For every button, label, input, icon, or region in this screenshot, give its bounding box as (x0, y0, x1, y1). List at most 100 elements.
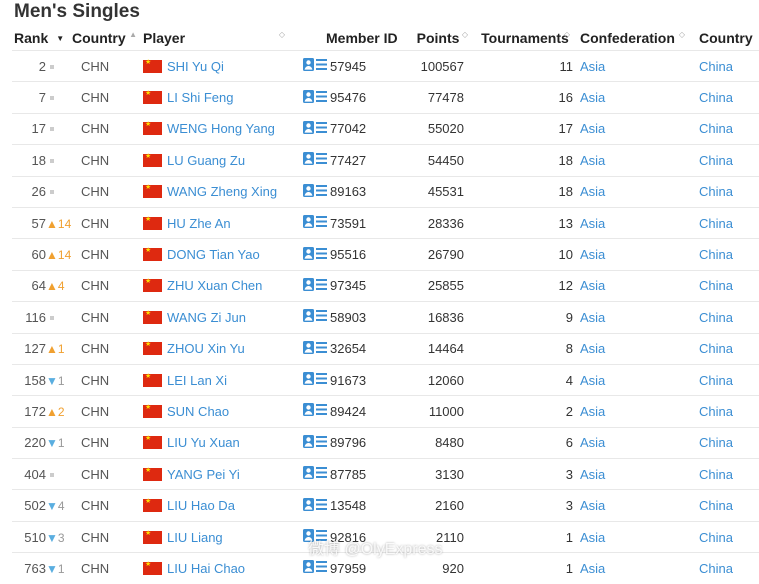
confederation-cell: Asia (576, 363, 691, 396)
confederation-link[interactable]: Asia (580, 373, 605, 388)
player-cell: LIU Liang (143, 520, 291, 553)
profile-card-icon[interactable] (303, 527, 327, 547)
country2-column-header[interactable]: Country (691, 26, 759, 51)
tournaments-value: 2 (474, 395, 576, 428)
sort-icon[interactable]: ◇ (679, 30, 685, 39)
confederation-link[interactable]: Asia (580, 90, 605, 105)
profile-card-icon[interactable] (303, 339, 327, 359)
profile-card-icon[interactable] (303, 150, 327, 170)
sort-icon[interactable]: ▲ (129, 30, 137, 39)
confederation-cell: Asia (576, 332, 691, 365)
player-name-link[interactable]: SUN Chao (167, 404, 229, 419)
country-link[interactable]: China (699, 435, 733, 450)
rank-column-header[interactable]: Rank ▼ (12, 26, 72, 51)
country-link[interactable]: China (699, 467, 733, 482)
confederation-link[interactable]: Asia (580, 121, 605, 136)
rank-value: 404 (24, 466, 46, 482)
tournaments-column-header[interactable]: Tournaments ◇ (474, 26, 576, 51)
country-link[interactable]: China (699, 90, 733, 105)
player-name-link[interactable]: YANG Pei Yi (167, 467, 240, 482)
tournaments-value: 3 (474, 489, 576, 522)
profile-card-icon[interactable] (303, 401, 327, 421)
country-link[interactable]: China (699, 216, 733, 231)
profile-card-icon[interactable] (303, 245, 327, 265)
china-flag-icon (143, 120, 162, 136)
country-link[interactable]: China (699, 498, 733, 513)
points-column-header[interactable]: Points ◇ (402, 26, 474, 51)
sort-icon[interactable]: ◇ (279, 30, 285, 39)
player-name-link[interactable]: HU Zhe An (167, 216, 231, 231)
member-id-column-header[interactable]: Member ID (326, 26, 402, 51)
profile-card-icon[interactable] (303, 276, 327, 296)
country-link[interactable]: China (699, 121, 733, 136)
confederation-column-header[interactable]: Confederation ◇ (576, 26, 691, 51)
player-name-link[interactable]: LEI Lan Xi (167, 373, 227, 388)
rank-up-indicator: ▲14 (46, 248, 71, 262)
profile-card-icon[interactable] (303, 307, 327, 327)
rank-unchanged-indicator (46, 60, 70, 74)
profile-card-icon[interactable] (303, 496, 327, 516)
player-name-link[interactable]: LI Shi Feng (167, 90, 234, 105)
country-link[interactable]: China (699, 278, 733, 293)
confederation-link[interactable]: Asia (580, 498, 605, 513)
profile-card-icon[interactable] (303, 433, 327, 453)
profile-card-icon[interactable] (303, 88, 327, 108)
country-link[interactable]: China (699, 247, 733, 262)
confederation-link[interactable]: Asia (580, 341, 605, 356)
country-column-header[interactable]: Country ▲ (72, 26, 143, 51)
confederation-link[interactable]: Asia (580, 247, 605, 262)
country-link[interactable]: China (699, 373, 733, 388)
confederation-link[interactable]: Asia (580, 435, 605, 450)
player-name-link[interactable]: LIU Hai Chao (167, 561, 245, 576)
profile-card-icon[interactable] (303, 56, 327, 76)
tournaments-value: 8 (474, 332, 576, 365)
tournaments-value: 17 (474, 112, 576, 145)
profile-card-icon[interactable] (303, 464, 327, 484)
confederation-link[interactable]: Asia (580, 530, 605, 545)
player-name-link[interactable]: LIU Liang (167, 530, 223, 545)
country-link[interactable]: China (699, 153, 733, 168)
country-link[interactable]: China (699, 341, 733, 356)
country-link[interactable]: China (699, 310, 733, 325)
player-name-link[interactable]: ZHU Xuan Chen (167, 278, 262, 293)
sort-icon[interactable]: ◇ (462, 30, 468, 39)
player-name-link[interactable]: LU Guang Zu (167, 153, 245, 168)
player-name-link[interactable]: LIU Yu Xuan (167, 435, 240, 450)
profile-card-icon[interactable] (303, 119, 327, 139)
player-cell: HU Zhe An (143, 206, 291, 239)
country-link[interactable]: China (699, 404, 733, 419)
confederation-link[interactable]: Asia (580, 184, 605, 199)
country-link[interactable]: China (699, 184, 733, 199)
confederation-link[interactable]: Asia (580, 278, 605, 293)
confederation-link[interactable]: Asia (580, 153, 605, 168)
confederation-link[interactable]: Asia (580, 310, 605, 325)
member-id: 58903 (326, 301, 402, 334)
profile-card-icon[interactable] (303, 182, 327, 202)
player-name-link[interactable]: WANG Zheng Xing (167, 184, 277, 199)
player-name-link[interactable]: LIU Hao Da (167, 498, 235, 513)
player-name-link[interactable]: DONG Tian Yao (167, 247, 260, 262)
confederation-link[interactable]: Asia (580, 404, 605, 419)
player-name-link[interactable]: WANG Zi Jun (167, 310, 246, 325)
profile-card-cell (291, 332, 327, 365)
country-link[interactable]: China (699, 530, 733, 545)
confederation-link[interactable]: Asia (580, 59, 605, 74)
player-name-link[interactable]: ZHOU Xin Yu (167, 341, 245, 356)
player-cell: SUN Chao (143, 395, 291, 428)
country-link[interactable]: China (699, 561, 733, 576)
tournaments-value: 16 (474, 81, 576, 114)
rank-unchanged-indicator (46, 122, 70, 136)
sort-icon[interactable]: ◇ (564, 30, 570, 39)
sort-desc-icon[interactable]: ▼ (56, 34, 64, 43)
profile-card-icon[interactable] (303, 558, 327, 578)
player-name-link[interactable]: SHI Yu Qi (167, 59, 224, 74)
player-column-header[interactable]: Player ◇ (143, 26, 291, 51)
profile-card-icon[interactable] (303, 213, 327, 233)
triangle-down-icon: ▼ (46, 561, 58, 576)
confederation-link[interactable]: Asia (580, 467, 605, 482)
country-link[interactable]: China (699, 59, 733, 74)
player-name-link[interactable]: WENG Hong Yang (167, 121, 275, 136)
confederation-link[interactable]: Asia (580, 561, 605, 576)
confederation-link[interactable]: Asia (580, 216, 605, 231)
profile-card-icon[interactable] (303, 370, 327, 390)
